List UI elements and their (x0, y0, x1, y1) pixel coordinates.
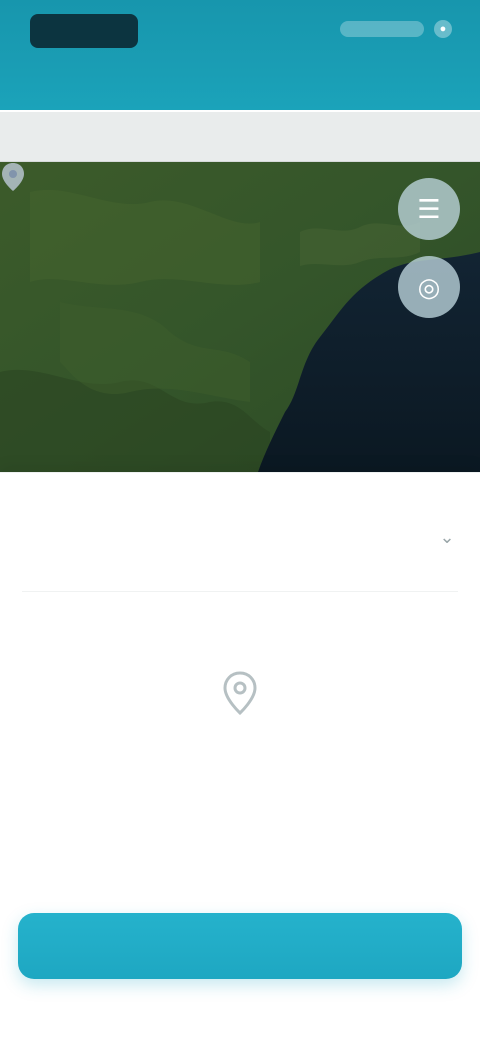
empty-state (0, 669, 480, 776)
chevron-down-icon[interactable]: ⌄ (436, 526, 458, 548)
header-link[interactable] (340, 21, 424, 37)
map-pin-icon[interactable] (0, 162, 26, 192)
app-header: ● (0, 0, 480, 110)
layers-button[interactable]: ☰ (398, 178, 460, 240)
search-bar (0, 112, 480, 162)
primary-action-button[interactable] (18, 913, 462, 979)
map-pin-icon (223, 671, 257, 716)
layers-icon: ☰ (417, 193, 441, 224)
header-actions: ● (340, 20, 452, 38)
divider (22, 591, 458, 592)
app-screen: ● ☰ ◎ ⌄ (0, 0, 480, 1040)
locate-button[interactable]: ◎ (398, 256, 460, 318)
brand-logo[interactable] (30, 14, 138, 48)
map-view[interactable]: ☰ ◎ (0, 162, 480, 472)
locate-icon: ◎ (417, 271, 441, 302)
user-icon[interactable]: ● (434, 20, 452, 38)
header-tab[interactable] (212, 80, 268, 96)
bottom-sheet: ⌄ (0, 472, 480, 1040)
search-input[interactable] (20, 121, 460, 152)
sheet-header[interactable]: ⌄ (0, 515, 480, 559)
